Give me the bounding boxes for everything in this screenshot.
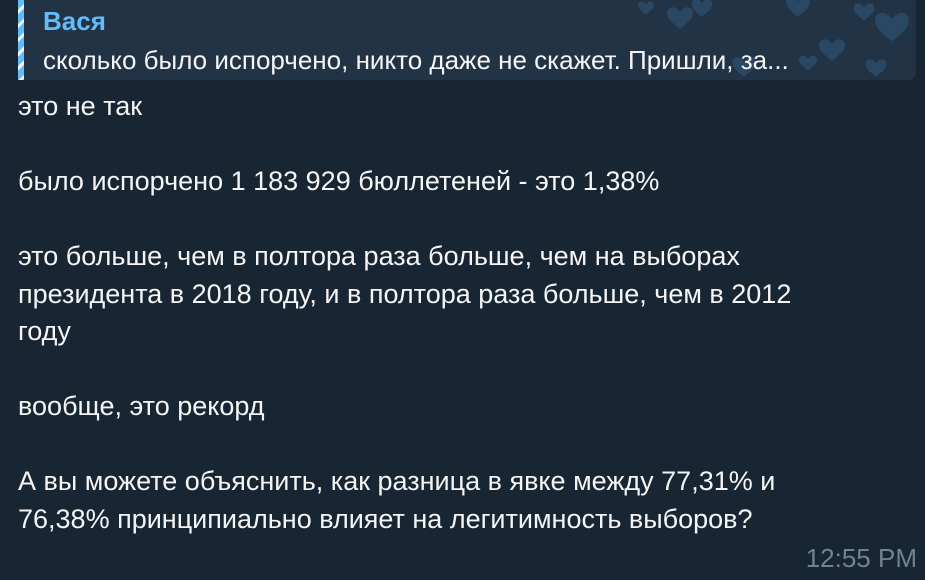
reply-author: Вася: [43, 6, 106, 36]
message-bubble: Вася сколько было испорчено, никто даже …: [0, 0, 925, 580]
reply-quote-bar: [18, 0, 24, 80]
message-time: 12:55 PM: [805, 543, 917, 573]
reply-preview[interactable]: Вася сколько было испорчено, никто даже …: [18, 0, 916, 80]
message-text: это не так было испорчено 1 183 929 бюлл…: [18, 91, 792, 534]
reply-text: сколько было испорчено, никто даже не ск…: [43, 45, 789, 75]
